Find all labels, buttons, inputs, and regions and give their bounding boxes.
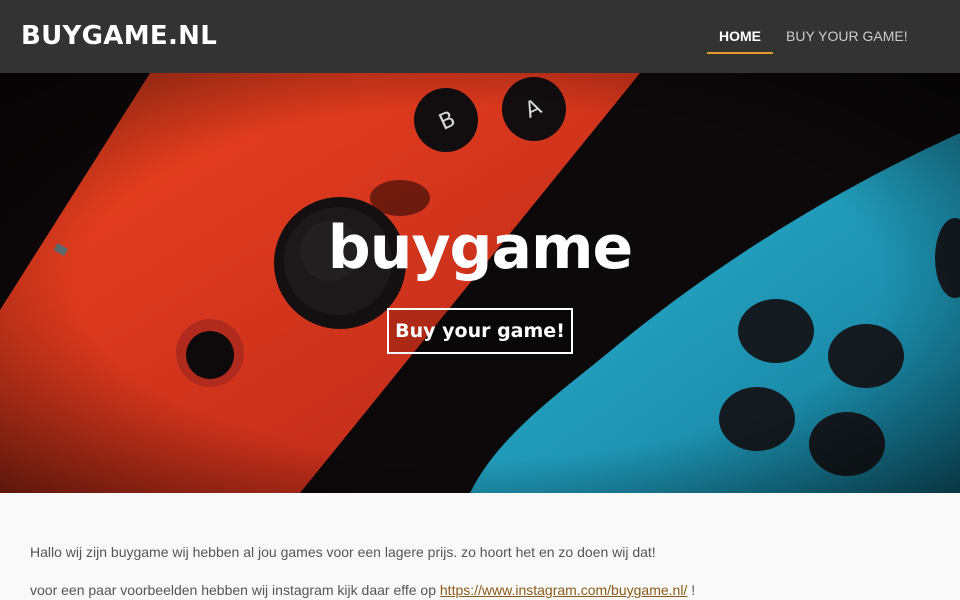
intro-section: Hallo wij zijn buygame wij hebben al jou…	[30, 543, 930, 600]
instagram-text-suffix: !	[687, 582, 696, 598]
nav-active-underline	[707, 52, 773, 54]
instagram-text-prefix: voor een paar voorbeelden hebben wij ins…	[30, 582, 440, 598]
instagram-paragraph: voor een paar voorbeelden hebben wij ins…	[30, 581, 930, 599]
site-header: BUYGAME.NL HOME BUY YOUR GAME!	[0, 0, 960, 73]
hero-banner: B A buygame Buy your game!	[0, 73, 960, 493]
instagram-link[interactable]: https://www.instagram.com/buygame.nl/	[440, 582, 687, 598]
nav-home-link[interactable]: HOME	[707, 26, 773, 54]
buy-your-game-button[interactable]: Buy your game!	[387, 308, 573, 354]
site-logo[interactable]: BUYGAME.NL	[21, 21, 217, 51]
controllers-background-image: B A	[0, 73, 960, 493]
nav-home-label: HOME	[719, 28, 761, 44]
intro-paragraph: Hallo wij zijn buygame wij hebben al jou…	[30, 544, 656, 560]
hero-title: buygame	[327, 213, 633, 283]
nav-buy-link[interactable]: BUY YOUR GAME!	[786, 26, 908, 54]
